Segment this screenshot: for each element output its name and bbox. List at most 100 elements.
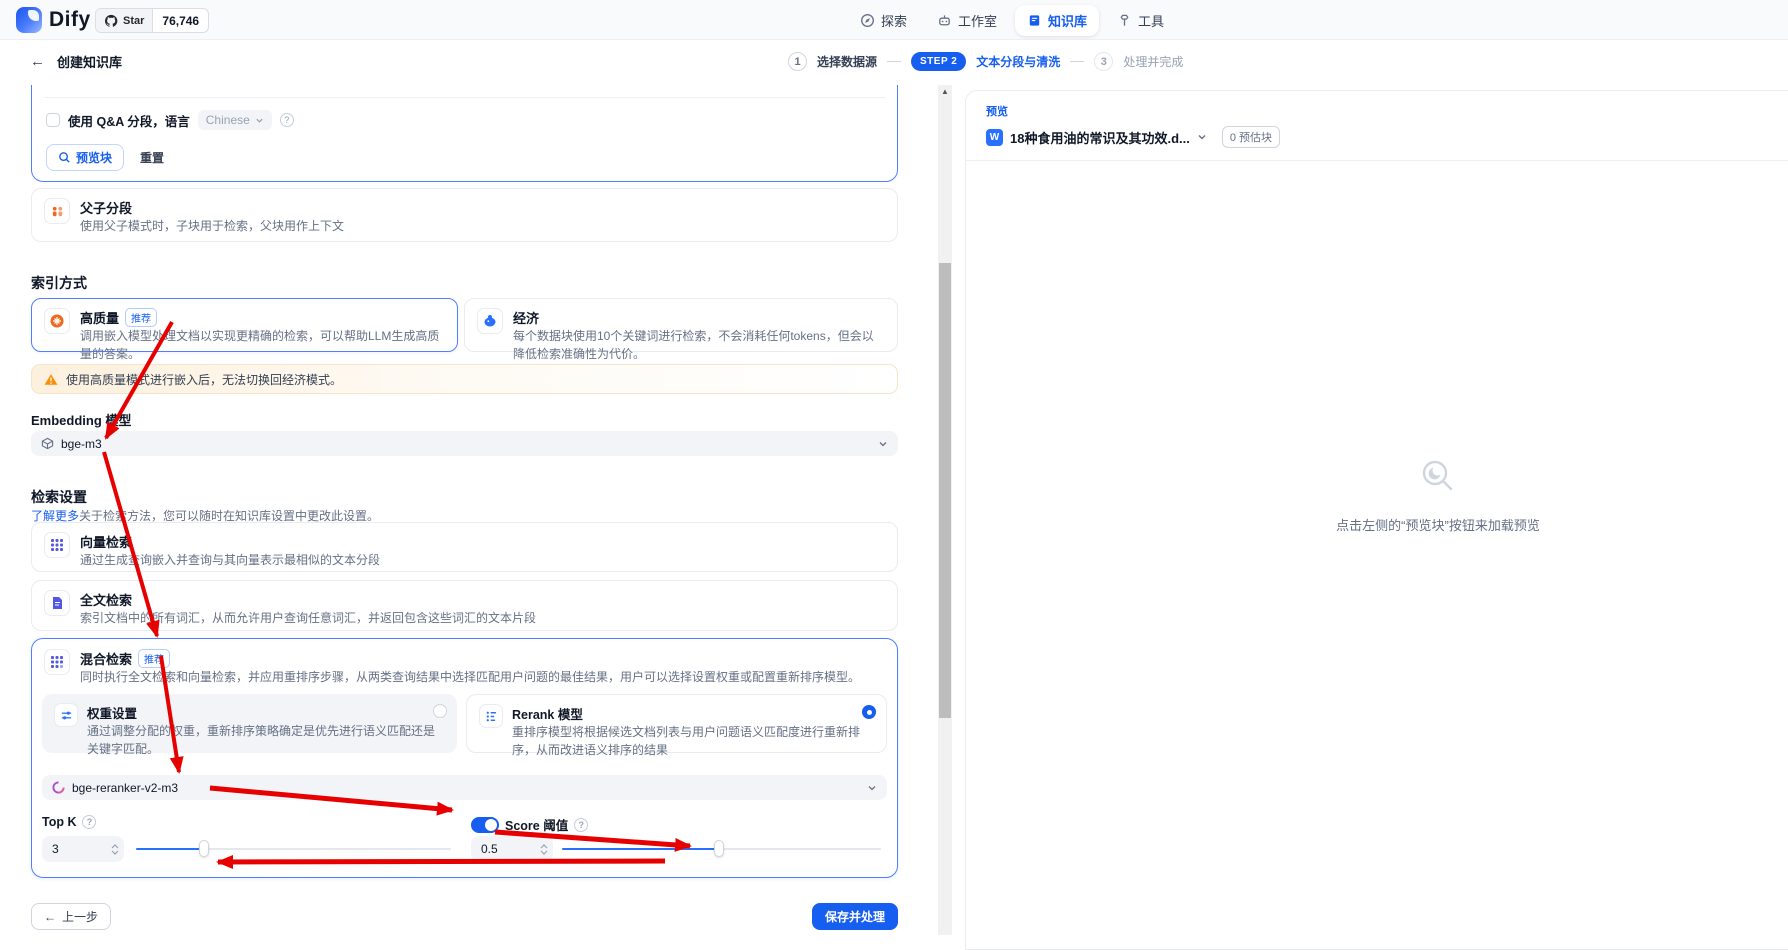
score-label-row: Score 阈值 ?: [471, 815, 589, 834]
high-quality-icon: [44, 308, 70, 334]
vector-search-icon: [44, 532, 70, 558]
topk-stepper[interactable]: [106, 843, 124, 855]
score-value: 0.5: [481, 842, 498, 856]
parent-child-icon: [44, 198, 70, 224]
fulltext-search-icon: [44, 590, 70, 616]
step-1-label: 选择数据源: [817, 55, 878, 69]
nav-label: 探索: [881, 14, 908, 29]
score-input[interactable]: 0.5: [471, 836, 553, 862]
score-stepper[interactable]: [535, 843, 553, 855]
economy-piggy-icon: [477, 308, 503, 334]
reset-button[interactable]: 重置: [140, 149, 164, 166]
save-and-process-button[interactable]: 保存并处理: [811, 903, 898, 930]
score-threshold-toggle[interactable]: [471, 816, 499, 833]
hybrid-search-icon: [44, 649, 70, 675]
economy-desc: 每个数据块使用10个关键词进行检索，不会消耗任何tokens，但会以降低检索准确…: [513, 329, 874, 362]
help-icon[interactable]: ?: [574, 817, 589, 832]
save-and-process-label: 保存并处理: [824, 910, 885, 924]
stepper-down-icon: [540, 850, 548, 855]
vertical-scrollbar[interactable]: ▲: [938, 85, 952, 935]
knowledge-book-icon: [1029, 15, 1040, 26]
hybrid-search-title: 混合检索: [80, 652, 133, 667]
score-slider[interactable]: [562, 840, 881, 857]
weight-settings-option[interactable]: 权重设置 通过调整分配的权重，重新排序策略确定是优先进行语义匹配还是关键字匹配。: [42, 694, 457, 757]
step-3-label: 处理并完成: [1123, 55, 1184, 69]
chevron-down-icon: [879, 441, 887, 446]
economy-title: 经济: [513, 311, 540, 326]
embedding-model-select[interactable]: bge-m3: [31, 431, 898, 456]
chevron-down-icon[interactable]: [1197, 132, 1207, 142]
hybrid-search-desc: 同时执行全文检索和向量检索，并应用重排序步骤，从两类查询结果中选择匹配用户问题的…: [80, 670, 861, 684]
previous-step-button[interactable]: ← 上一步: [31, 903, 112, 930]
qa-checkbox-label: 使用 Q&A 分段，语言: [68, 114, 190, 129]
retrieval-subtitle-text: 关于检索方法，您可以随时在知识库设置中更改此设置。: [79, 509, 380, 523]
preview-empty-text: 点击左侧的“预览块”按钮来加载预览: [1336, 518, 1540, 533]
back-arrow-icon[interactable]: ←: [30, 53, 45, 70]
warning-banner: 使用高质量模式进行嵌入后，无法切换回经济模式。: [31, 364, 898, 394]
economy-option-card[interactable]: 经济 每个数据块使用10个关键词进行检索，不会消耗任何tokens，但会以降低检…: [464, 298, 898, 361]
topk-slider-handle[interactable]: [199, 840, 209, 857]
preview-magnifier-icon: [1422, 460, 1453, 491]
step-2-label: 文本分段与清洗: [976, 55, 1061, 69]
help-icon[interactable]: ?: [279, 113, 294, 127]
compass-icon: [861, 14, 874, 27]
warning-text: 使用高质量模式进行嵌入后，无法切换回经济模式。: [66, 372, 343, 387]
topk-label: Top K: [42, 815, 77, 829]
file-selector[interactable]: W 18种食用油的常识及其功效.d... 0 预估块: [986, 126, 1788, 148]
embedding-model-value: bge-m3: [61, 436, 102, 451]
vector-search-card[interactable]: 向量检索 通过生成查询嵌入并查询与其向量表示最相似的文本分段: [31, 522, 898, 572]
step-indicator: 1 选择数据源 STEP 2 文本分段与清洗 3 处理并完成: [788, 52, 1183, 71]
nav-item-explore[interactable]: 探索: [848, 5, 919, 36]
fulltext-search-desc: 索引文档中的所有词汇，从而允许用户查询任意词汇，并返回包含这些词汇的文本片段: [80, 611, 537, 625]
chevron-down-icon: [256, 118, 263, 123]
nav-item-studio[interactable]: 工作室: [925, 5, 1009, 36]
parent-child-mode-card[interactable]: 父子分段 使用父子模式时，子块用于检索，父块用作上下文: [31, 188, 898, 242]
rerank-model-option[interactable]: Rerank 模型 重排序模型将根据候选文档列表与用户问题语义匹配度进行重新排序…: [466, 694, 887, 757]
hybrid-search-card[interactable]: 混合检索 推荐 同时执行全文检索和向量检索，并应用重排序步骤，从两类查询结果中选择…: [31, 638, 898, 878]
preview-panel: 预览 W 18种食用油的常识及其功效.d... 0 预估块 点击左侧的“预览块”…: [965, 90, 1788, 950]
qa-segmentation-checkbox[interactable]: [46, 113, 60, 127]
github-star-button[interactable]: Star 76,746: [95, 8, 210, 33]
topk-slider[interactable]: [136, 840, 451, 857]
score-slider-handle[interactable]: [714, 840, 724, 857]
nav-label: 工作室: [958, 14, 998, 29]
top-navigation: 探索 工作室 知识库 工具: [848, 5, 1176, 36]
star-count: 76,746: [162, 13, 200, 28]
weight-slider-icon: [54, 703, 78, 727]
rerank-radio[interactable]: [862, 705, 876, 719]
rerank-model-desc: 重排序模型将根据候选文档列表与用户问题语义匹配度进行重新排序，从而改进语义排序的…: [512, 725, 861, 758]
fulltext-search-card[interactable]: 全文检索 索引文档中的所有词汇，从而允许用户查询任意词汇，并返回包含这些词汇的文…: [31, 580, 898, 631]
preview-chunks-button[interactable]: 预览块: [46, 144, 125, 171]
preview-label: 预览: [986, 106, 1008, 118]
language-value: Chinese: [205, 113, 250, 127]
star-label: Star: [123, 14, 145, 27]
nav-item-knowledge[interactable]: 知识库: [1015, 5, 1100, 36]
step-3-circle: 3: [1094, 52, 1114, 71]
docx-file-icon: W: [986, 128, 1003, 146]
studio-robot-icon: [939, 15, 950, 26]
score-threshold-label: Score 阈值: [505, 819, 569, 833]
step-2-badge: STEP 2: [911, 52, 967, 71]
file-name: 18种食用油的常识及其功效.d...: [1010, 130, 1190, 146]
previous-step-label: 上一步: [62, 910, 99, 924]
fulltext-search-title: 全文检索: [80, 593, 133, 608]
nav-label: 工具: [1138, 14, 1165, 29]
vector-search-title: 向量检索: [80, 535, 133, 550]
topk-input[interactable]: 3: [42, 836, 124, 862]
weight-settings-title: 权重设置: [87, 707, 138, 721]
step-divider: [887, 61, 902, 62]
nav-label: 知识库: [1048, 14, 1088, 29]
retrieval-settings-title: 检索设置: [31, 489, 87, 505]
weight-settings-desc: 通过调整分配的权重，重新排序策略确定是优先进行语义匹配还是关键字匹配。: [87, 724, 436, 757]
language-select[interactable]: Chinese: [197, 110, 272, 130]
nav-item-tools[interactable]: 工具: [1105, 5, 1176, 36]
scrollbar-thumb[interactable]: [939, 263, 951, 718]
rerank-model-select[interactable]: bge-reranker-v2-m3: [42, 775, 887, 800]
high-quality-option-card[interactable]: 高质量 推荐 调用嵌入模型处理文档以实现更精确的检索，可以帮助LLM生成高质量的答…: [31, 298, 458, 361]
model-cube-icon: [41, 437, 54, 450]
weight-radio[interactable]: [433, 704, 447, 718]
learn-more-link[interactable]: 了解更多: [31, 509, 79, 523]
help-icon[interactable]: ?: [82, 815, 97, 829]
scrollbar-up-arrow[interactable]: ▲: [938, 87, 952, 96]
reranker-model-icon: [52, 781, 65, 794]
